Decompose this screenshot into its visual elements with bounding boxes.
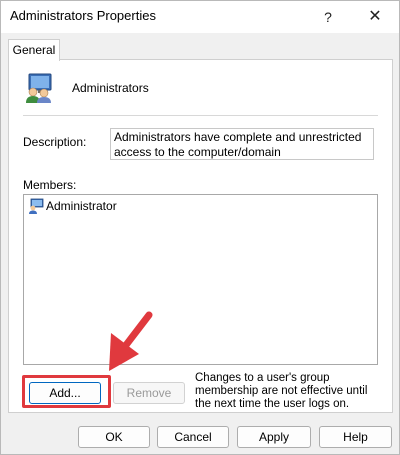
divider xyxy=(23,115,378,116)
apply-button[interactable]: Apply xyxy=(237,426,311,448)
properties-dialog: Administrators Properties ? ✕ General Ad… xyxy=(0,0,400,455)
remove-button[interactable]: Remove xyxy=(113,382,185,404)
help-button[interactable]: Help xyxy=(319,426,392,448)
group-name: Administrators xyxy=(72,81,149,95)
title-bar: Administrators Properties ? ✕ xyxy=(1,1,399,33)
window-title: Administrators Properties xyxy=(10,8,156,23)
membership-note: Changes to a user's group membership are… xyxy=(195,372,368,410)
general-panel: Administrators Description: Administrato… xyxy=(8,59,393,413)
help-title-button[interactable]: ? xyxy=(316,5,340,29)
add-button[interactable]: Add... xyxy=(29,382,101,404)
members-label: Members: xyxy=(23,178,77,192)
cancel-button[interactable]: Cancel xyxy=(157,426,229,448)
members-list[interactable]: Administrator xyxy=(23,194,378,365)
description-field[interactable]: Administrators have complete and unrestr… xyxy=(110,128,374,160)
user-icon xyxy=(29,198,44,214)
member-name: Administrator xyxy=(46,199,117,213)
description-label: Description: xyxy=(23,135,87,149)
group-icon xyxy=(26,73,52,103)
ok-button[interactable]: OK xyxy=(78,426,150,448)
close-button[interactable]: ✕ xyxy=(363,5,387,29)
tab-general[interactable]: General xyxy=(8,39,60,61)
